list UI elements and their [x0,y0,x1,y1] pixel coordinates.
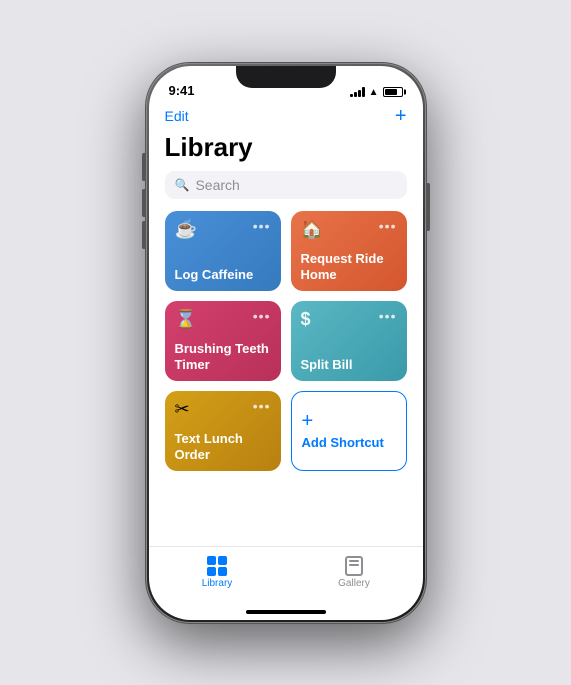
text-lunch-more[interactable]: ••• [253,399,271,413]
shortcut-request-ride[interactable]: 🏠 ••• Request Ride Home [291,211,407,291]
library-tab-label: Library [202,578,233,589]
edit-button[interactable]: Edit [165,108,189,124]
home-indicator [246,610,326,614]
text-lunch-icon: ✂ [175,399,190,420]
search-bar[interactable]: 🔍 Search [165,171,407,199]
phone-screen: 9:41 ▲ Edit + Libra [149,66,423,620]
shortcut-split-bill[interactable]: $ ••• Split Bill [291,301,407,381]
gallery-tab-label: Gallery [338,578,370,589]
log-caffeine-label: Log Caffeine [175,267,271,283]
log-caffeine-more[interactable]: ••• [253,219,271,233]
top-nav: Edit + [149,102,423,132]
signal-icon [350,87,365,97]
add-button[interactable]: + [395,106,407,126]
split-bill-label: Split Bill [301,357,397,373]
tab-library[interactable]: Library [149,556,286,589]
split-bill-icon: $ [301,309,311,330]
brushing-teeth-label: Brushing Teeth Timer [175,341,271,372]
add-shortcut-label: Add Shortcut [302,435,384,450]
tab-bar: Library Gallery [149,546,423,606]
request-ride-more[interactable]: ••• [379,219,397,233]
tab-gallery[interactable]: Gallery [286,556,423,589]
request-ride-icon: 🏠 [301,219,323,240]
shortcuts-grid: ☕ ••• Log Caffeine 🏠 ••• Request Ride Ho… [149,211,423,471]
text-lunch-label: Text Lunch Order [175,431,271,462]
shortcut-log-caffeine[interactable]: ☕ ••• Log Caffeine [165,211,281,291]
request-ride-label: Request Ride Home [301,251,397,282]
notch [236,66,336,88]
page-title: Library [149,132,423,171]
split-bill-more[interactable]: ••• [379,309,397,323]
gallery-tab-icon [345,556,363,576]
search-placeholder: Search [195,177,239,193]
search-icon: 🔍 [175,178,190,192]
phone-frame: 9:41 ▲ Edit + Libra [146,63,426,623]
add-shortcut-button[interactable]: + Add Shortcut [291,391,407,471]
add-shortcut-plus: + [302,411,314,431]
library-tab-icon [207,556,227,576]
content-area: Edit + Library 🔍 Search ☕ ••• Log Caffei… [149,102,423,546]
brushing-teeth-more[interactable]: ••• [253,309,271,323]
status-icons: ▲ [350,87,403,98]
status-time: 9:41 [169,83,195,98]
log-caffeine-icon: ☕ [175,219,197,240]
wifi-icon: ▲ [369,87,379,98]
shortcut-text-lunch[interactable]: ✂ ••• Text Lunch Order [165,391,281,471]
battery-icon [383,87,403,97]
shortcut-brushing-teeth[interactable]: ⌛ ••• Brushing Teeth Timer [165,301,281,381]
brushing-teeth-icon: ⌛ [175,309,197,330]
